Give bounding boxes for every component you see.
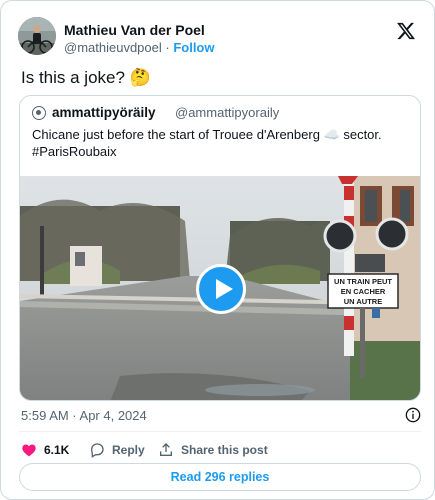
reply-icon xyxy=(90,443,104,458)
author-handle[interactable]: @mathieuvdpoel xyxy=(64,40,162,55)
x-logo-icon[interactable] xyxy=(396,21,416,41)
quoted-hashtag[interactable]: #ParisRoubaix xyxy=(32,143,412,160)
like-button[interactable]: 6.1K xyxy=(21,441,69,459)
play-button[interactable] xyxy=(196,264,246,314)
read-replies-button[interactable]: Read 296 replies xyxy=(19,463,421,491)
sign-line-2: EN CACHER xyxy=(341,287,386,296)
follow-button[interactable]: Follow xyxy=(173,40,214,55)
tweet-card: Mathieu Van der Poel @mathieuvdpoel · Fo… xyxy=(0,0,435,500)
tweet-text: Is this a joke? 🤔 xyxy=(21,68,151,87)
info-icon[interactable] xyxy=(405,407,421,423)
reply-button[interactable]: Reply xyxy=(89,441,145,459)
quoted-author-avatar xyxy=(32,106,46,120)
like-count: 6.1K xyxy=(44,443,70,457)
sign-line-1: UN TRAIN PEUT xyxy=(334,277,392,286)
author-name[interactable]: Mathieu Van der Poel xyxy=(64,21,205,39)
reply-label: Reply xyxy=(112,443,145,457)
sign-line-3: UN AUTRE xyxy=(344,297,382,306)
author-avatar[interactable] xyxy=(18,17,56,55)
share-button[interactable]: Share this post xyxy=(158,441,268,459)
tweet-timestamp[interactable]: 5:59 AM · Apr 4, 2024 xyxy=(21,408,147,424)
share-icon xyxy=(160,443,172,456)
quoted-author-handle: @ammattipyoraily xyxy=(175,105,280,120)
share-label: Share this post xyxy=(181,443,268,457)
quoted-tweet-text: Chicane just before the start of Trouee … xyxy=(32,126,412,160)
divider xyxy=(19,431,421,432)
author-handle-line: @mathieuvdpoel · Follow xyxy=(64,40,215,56)
quoted-tweet[interactable]: ammattipyöräily @ammattipyoraily Chicane… xyxy=(19,95,421,401)
quoted-author-name: ammattipyöräily xyxy=(52,105,156,120)
heart-icon xyxy=(22,444,36,457)
quoted-text-line-1: Chicane just before the start of Trouee … xyxy=(32,127,382,142)
video-thumbnail[interactable]: UN TRAIN PEUT EN CACHER UN AUTRE xyxy=(20,176,420,400)
handle-separator: · xyxy=(161,40,174,55)
